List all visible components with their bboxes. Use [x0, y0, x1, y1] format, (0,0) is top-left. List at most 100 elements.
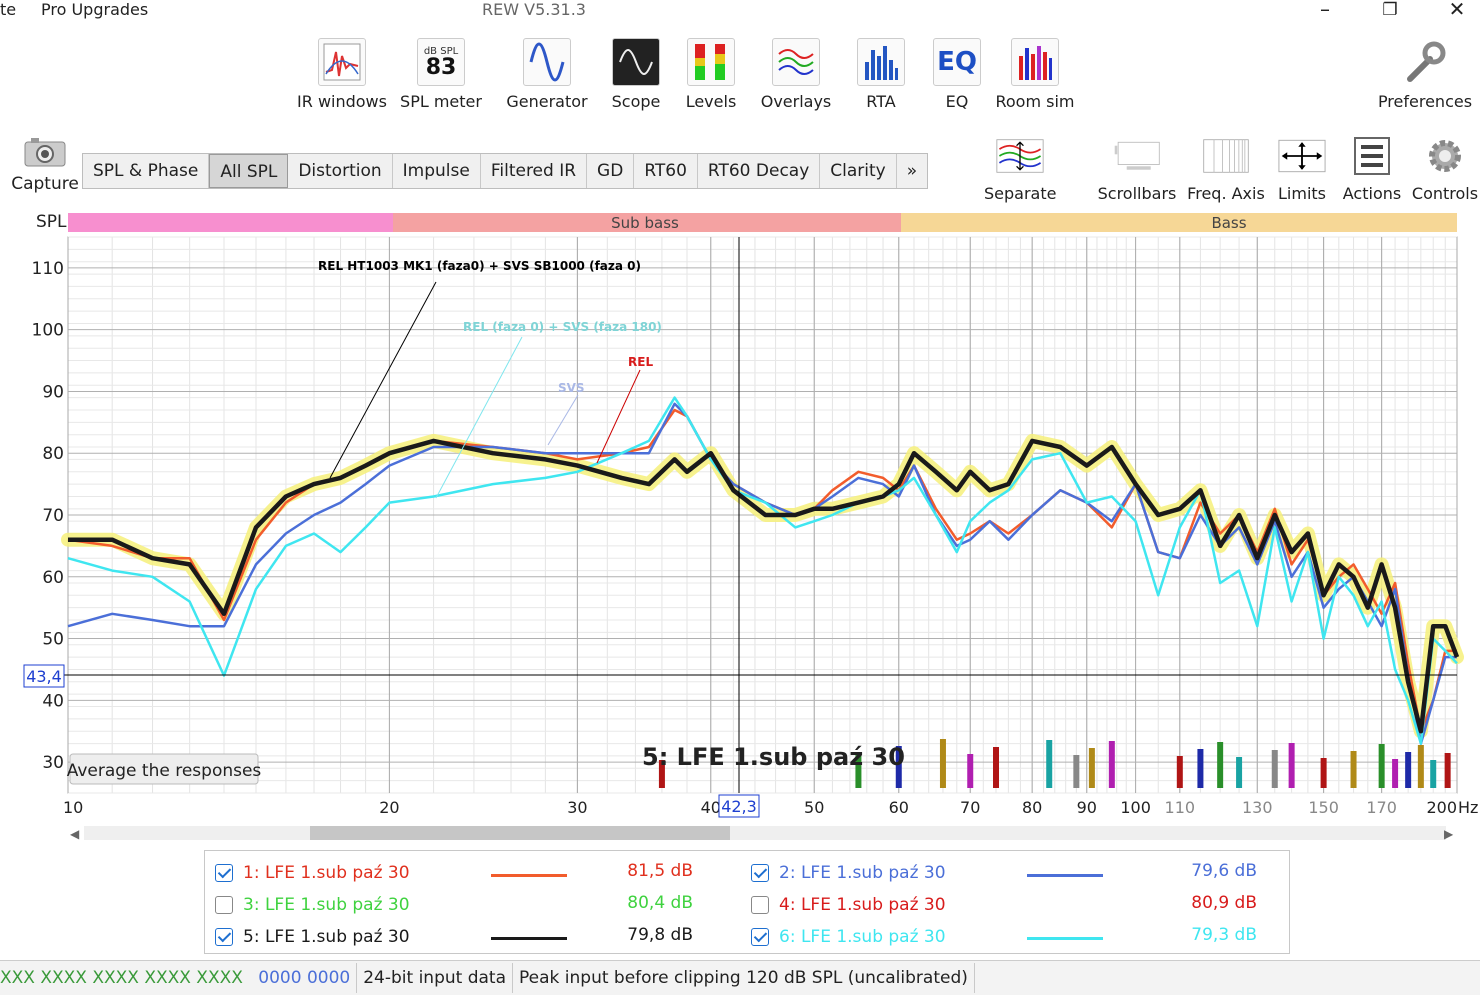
ir-windows-icon	[318, 38, 366, 86]
scrollbars-button[interactable]: Scrollbars	[1096, 136, 1178, 203]
room-sim-icon	[1011, 38, 1059, 86]
menu-item-te[interactable]: te	[0, 0, 16, 19]
x-tick-label: 90	[1077, 798, 1097, 817]
marker-bar	[1271, 750, 1278, 788]
marker-bar	[1350, 751, 1357, 788]
marker-bar	[1444, 753, 1451, 788]
legend-row-1[interactable]: 1: LFE 1.sub paź 30	[215, 859, 410, 887]
legend-checkbox-4[interactable]	[751, 896, 769, 914]
controls-button[interactable]: Controls	[1410, 136, 1480, 203]
overlays-button[interactable]: Overlays	[756, 38, 836, 111]
legend-checkbox-3[interactable]	[215, 896, 233, 914]
legend-checkbox-6[interactable]	[751, 928, 769, 946]
legend-checkbox-1[interactable]	[215, 864, 233, 882]
legend-swatch-6	[1027, 937, 1103, 940]
rta-button[interactable]: RTA	[846, 38, 916, 111]
marker-bar	[1378, 744, 1385, 788]
marker-bar	[1392, 759, 1399, 788]
band-sub-bass-label: Sub bass	[611, 214, 679, 232]
scroll-thumb[interactable]	[310, 826, 730, 840]
scroll-track[interactable]	[84, 826, 1446, 840]
tab-distortion[interactable]: Distortion	[288, 154, 393, 188]
x-tick-label: 80	[1022, 798, 1042, 817]
legend-label-2: 2: LFE 1.sub paź 30	[779, 863, 946, 883]
marker-bar	[1197, 749, 1204, 788]
x-tick-label: 150	[1308, 798, 1339, 817]
eq-badge: EQ	[937, 47, 977, 77]
capture-button[interactable]: Capture	[10, 136, 80, 194]
tab-all-spl[interactable]: All SPL	[209, 154, 289, 188]
controls-label: Controls	[1411, 184, 1479, 203]
tab-rt60[interactable]: RT60	[634, 154, 698, 188]
room-sim-label: Room sim	[995, 92, 1075, 111]
tab-filtered-ir[interactable]: Filtered IR	[481, 154, 588, 188]
generator-button[interactable]: Generator	[502, 38, 592, 111]
actions-icon	[1348, 136, 1396, 176]
overlays-icon	[772, 38, 820, 86]
x-tick-label: 170	[1366, 798, 1397, 817]
y-tick-label: 30	[42, 753, 64, 773]
scope-button[interactable]: Scope	[596, 38, 676, 111]
legend-row-2[interactable]: 2: LFE 1.sub paź 30	[751, 859, 946, 887]
separate-icon	[996, 136, 1044, 176]
room-sim-button[interactable]: Room sim	[990, 38, 1080, 111]
menu-item-pro-upgrades[interactable]: Pro Upgrades	[41, 0, 148, 19]
x-tick-label: 10	[63, 798, 83, 817]
marker-bar	[1073, 755, 1080, 788]
y-tick-label: 60	[42, 568, 64, 588]
legend-checkbox-2[interactable]	[751, 864, 769, 882]
marker-bar	[1417, 745, 1424, 788]
window-title: REW V5.31.3	[482, 0, 586, 19]
legend-row-3[interactable]: 3: LFE 1.sub paź 30	[215, 891, 410, 919]
spl-graph[interactable]: SPL Sub bass Bass 30 40 50 60 70 80 90 100 110 1…	[0, 205, 1480, 820]
levels-button[interactable]: Levels	[676, 38, 746, 111]
tab-spl-phase[interactable]: SPL & Phase	[83, 154, 210, 188]
tab-rt60-decay[interactable]: RT60 Decay	[698, 154, 821, 188]
x-tick-label: 40	[701, 798, 721, 817]
scroll-right-icon[interactable]: ▶	[1444, 827, 1453, 841]
annotation-phase180: REL (faza 0) + SVS (faza 180)	[463, 320, 662, 334]
preferences-button[interactable]: Preferences	[1372, 38, 1478, 111]
restore-button[interactable]: ❐	[1375, 0, 1405, 20]
ir-windows-button[interactable]: IR windows	[292, 38, 392, 111]
actions-button[interactable]: Actions	[1340, 136, 1404, 203]
legend-row-6[interactable]: 6: LFE 1.sub paź 30	[751, 923, 946, 951]
legend-swatch-5	[491, 937, 567, 940]
status-counters-a: XXX XXXX XXXX XXXX XXXX	[0, 968, 243, 988]
legend-row-5[interactable]: 5: LFE 1.sub paź 30	[215, 923, 410, 951]
tab-gd[interactable]: GD	[587, 154, 635, 188]
limits-label: Limits	[1278, 184, 1326, 203]
legend-row-4[interactable]: 4: LFE 1.sub paź 30	[751, 891, 946, 919]
cursor-y-readout: 43,4	[26, 667, 62, 686]
x-tick-label: 200	[1426, 798, 1457, 817]
title-bar: te Pro Upgrades REW V5.31.3 – ❐ ✕	[0, 0, 1480, 24]
spl-meter-button[interactable]: dB SPL 83 SPL meter	[396, 38, 486, 111]
rta-label: RTA	[866, 92, 896, 111]
x-tick-label: 100	[1120, 798, 1151, 817]
legend-label-1: 1: LFE 1.sub paź 30	[243, 863, 410, 883]
legend-checkbox-5[interactable]	[215, 928, 233, 946]
x-axis-unit: Hz	[1458, 798, 1478, 817]
scope-label: Scope	[611, 92, 661, 111]
eq-button[interactable]: EQ EQ	[926, 38, 988, 111]
ir-windows-label: IR windows	[297, 92, 387, 111]
minimize-button[interactable]: –	[1310, 0, 1340, 21]
y-tick-label: 40	[42, 691, 64, 711]
tabs-more-button[interactable]: »	[897, 154, 927, 188]
marker-bar	[1217, 742, 1224, 788]
status-input-bits: 24-bit input data	[357, 963, 514, 993]
scroll-left-icon[interactable]: ◀	[70, 827, 79, 841]
close-button[interactable]: ✕	[1442, 0, 1472, 21]
horizontal-scrollbar[interactable]: ◀ ▶	[70, 822, 1460, 844]
marker-bar	[1288, 743, 1295, 788]
limits-button[interactable]: Limits	[1272, 136, 1332, 203]
eq-icon: EQ	[933, 38, 981, 86]
separate-button[interactable]: Separate	[984, 136, 1056, 203]
tab-impulse[interactable]: Impulse	[393, 154, 481, 188]
marker-bar	[967, 754, 974, 788]
legend-swatch-1	[491, 874, 567, 877]
tab-clarity[interactable]: Clarity	[820, 154, 897, 188]
x-tick-label: 50	[804, 798, 824, 817]
freq-axis-button[interactable]: Freq. Axis	[1186, 136, 1266, 203]
x-tick-label: 130	[1242, 798, 1273, 817]
